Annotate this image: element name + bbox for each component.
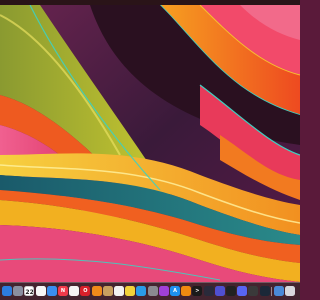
ableton-icon[interactable] — [226, 286, 236, 296]
trash-glyph — [285, 286, 295, 296]
dark-app-2-icon[interactable] — [248, 286, 259, 296]
dark-app-icon[interactable] — [203, 286, 214, 296]
finder-icon[interactable] — [2, 286, 12, 296]
preview-glyph — [103, 286, 113, 296]
news-icon[interactable]: N — [58, 286, 68, 296]
desktop-wallpaper — [0, 5, 300, 282]
app-store-icon[interactable]: A — [170, 286, 180, 296]
podcasts-glyph — [159, 286, 169, 296]
reminders-icon[interactable] — [114, 286, 124, 296]
pencil-glyph — [125, 286, 135, 296]
safari-glyph — [136, 286, 146, 296]
ableton-glyph — [226, 286, 236, 296]
shortcuts-glyph — [215, 286, 225, 296]
podcasts-icon[interactable] — [158, 286, 169, 296]
launchpad-icon[interactable] — [13, 286, 24, 296]
discord-icon[interactable] — [237, 286, 248, 296]
photos-glyph — [36, 286, 46, 296]
dark-app-glyph — [204, 286, 214, 296]
downloads-icon[interactable] — [273, 286, 284, 296]
calendar-icon[interactable]: 22 — [24, 286, 35, 296]
news-glyph: N — [60, 288, 66, 294]
photos-icon[interactable] — [35, 286, 46, 296]
settings-glyph — [148, 286, 158, 296]
vlc-icon[interactable] — [181, 286, 192, 296]
books-icon[interactable] — [91, 286, 102, 296]
reminders-glyph — [114, 286, 124, 296]
terminal-icon[interactable]: > — [192, 286, 203, 296]
chrome-icon[interactable] — [69, 286, 80, 296]
steam-icon[interactable] — [259, 286, 270, 296]
opera-glyph: O — [83, 288, 88, 294]
settings-icon[interactable] — [147, 286, 158, 296]
safari-icon[interactable] — [136, 286, 147, 296]
launchpad-glyph — [13, 286, 23, 296]
steam-glyph — [260, 286, 270, 296]
dark-app-2-glyph — [248, 286, 258, 296]
downloads-glyph — [274, 286, 284, 296]
pencil-icon[interactable] — [125, 286, 136, 296]
preview-icon[interactable] — [102, 286, 113, 296]
wallpaper-swirl-graphic — [0, 5, 300, 282]
app-store-glyph: A — [173, 288, 177, 294]
chrome-glyph — [69, 286, 79, 296]
trash-icon[interactable] — [285, 286, 295, 296]
discord-glyph — [237, 286, 247, 296]
terminal-glyph: > — [195, 288, 200, 294]
mail-glyph — [47, 286, 57, 296]
dock: 22 N O A > — [0, 282, 300, 300]
calendar-day: 22 — [25, 289, 34, 296]
opera-icon[interactable]: O — [80, 286, 91, 296]
dock-divider — [271, 287, 273, 296]
shortcuts-icon[interactable] — [214, 286, 225, 296]
mail-icon[interactable] — [46, 286, 57, 296]
vlc-glyph — [181, 286, 191, 296]
books-glyph — [92, 286, 102, 296]
finder-glyph — [2, 286, 12, 296]
